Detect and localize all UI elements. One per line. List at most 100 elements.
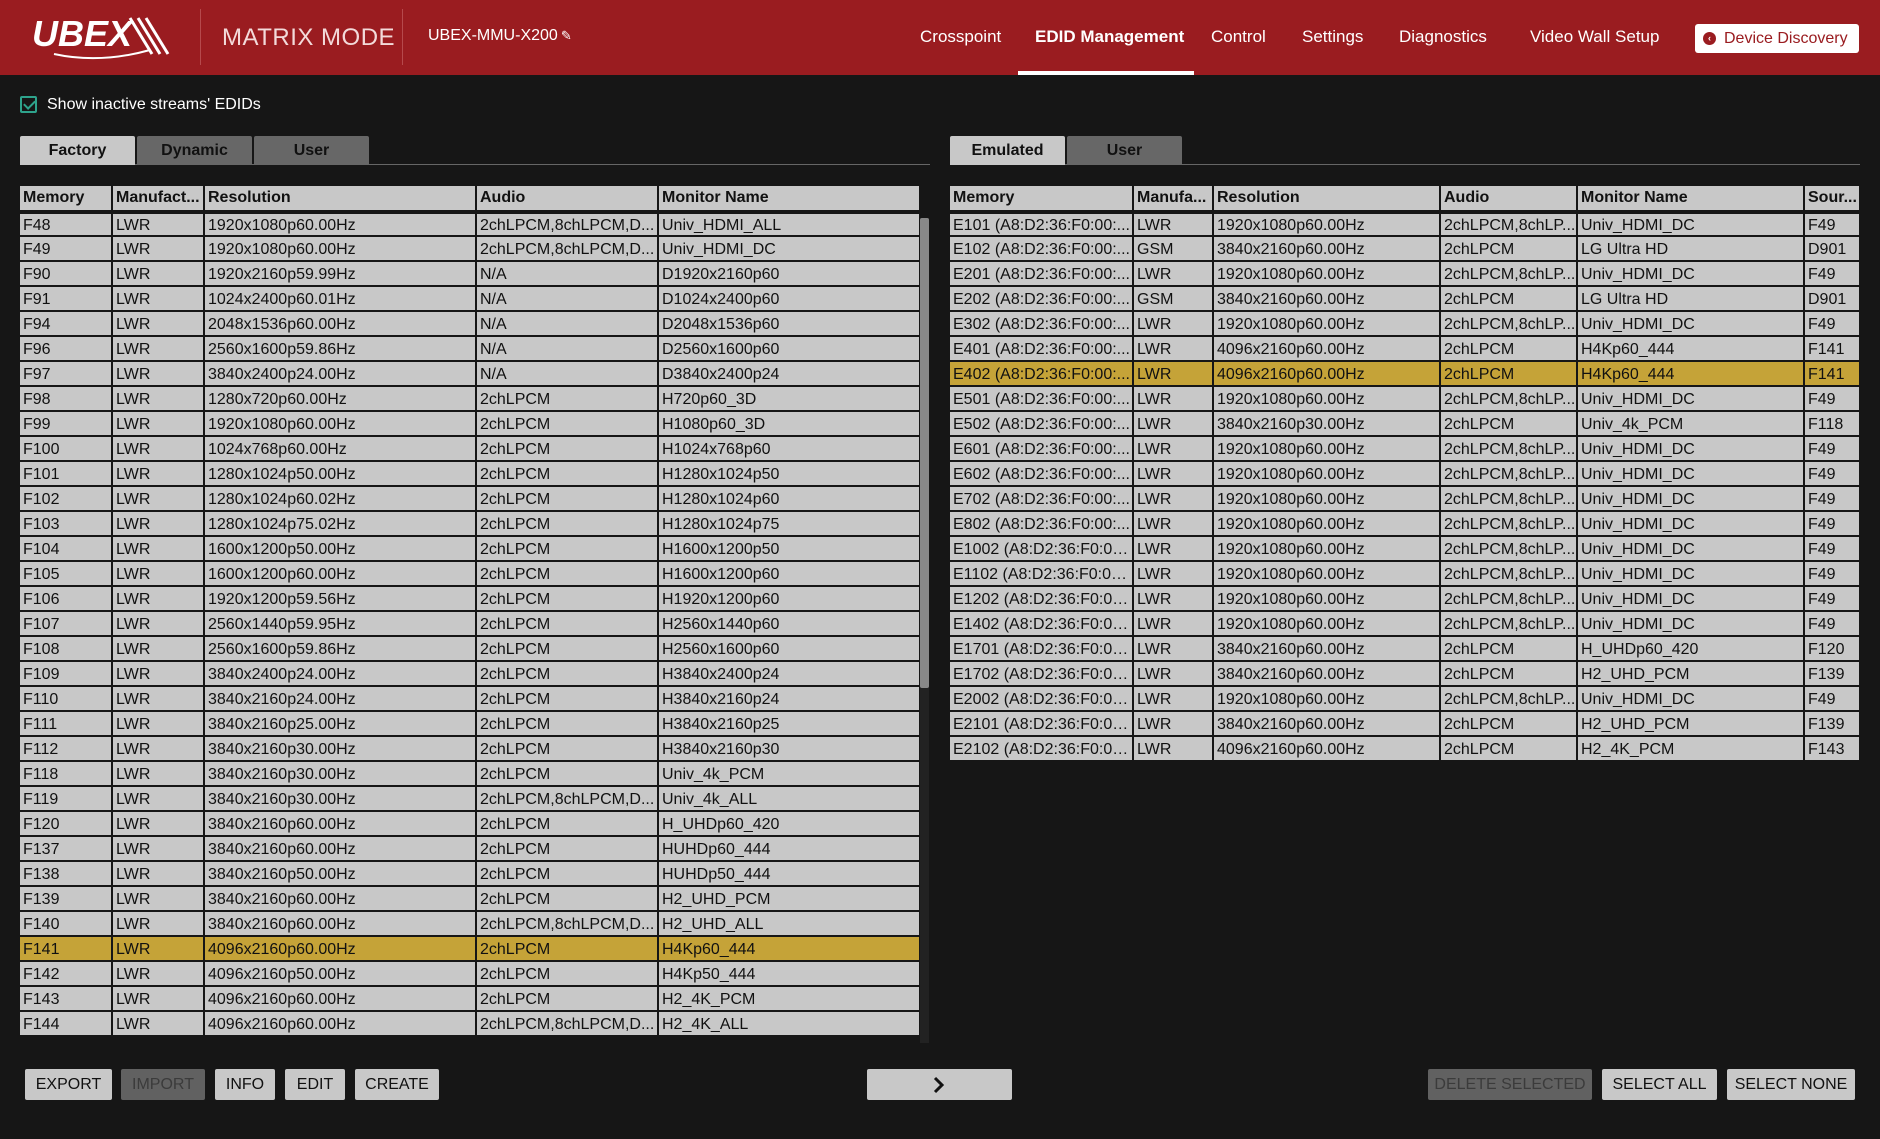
tab-user-emulated[interactable]: User xyxy=(1067,136,1182,165)
table-row[interactable]: F108 LWR 2560x1600p59.86Hz 2chLPCM H2560x160… xyxy=(20,637,921,662)
table-cell: N/A xyxy=(476,362,659,387)
column-header[interactable]: Audio xyxy=(1440,186,1578,214)
column-header[interactable]: Monitor Name xyxy=(658,186,921,214)
transfer-button[interactable] xyxy=(867,1069,1012,1100)
table-row[interactable]: F112 LWR 3840x2160p30.00Hz 2chLPCM H3840x216… xyxy=(20,737,921,762)
table-row[interactable]: E401 (A8:D2:36:F0:00:... LWR 4096x2160p60.… xyxy=(950,337,1861,362)
table-cell: H4Kp50_444 xyxy=(658,962,921,987)
select-all-button[interactable]: SELECT ALL xyxy=(1602,1069,1717,1100)
nav-settings[interactable]: Settings xyxy=(1302,27,1363,47)
table-row[interactable]: E702 (A8:D2:36:F0:00:... LWR 1920x1080p60.… xyxy=(950,487,1861,512)
table-row[interactable]: F139 LWR 3840x2160p60.00Hz 2chLPCM H2_UHD_PC… xyxy=(20,887,921,912)
column-header[interactable]: Memory xyxy=(20,186,113,214)
nav-video-wall-setup[interactable]: Video Wall Setup xyxy=(1530,27,1659,47)
left-scrollbar[interactable] xyxy=(920,218,929,1043)
nav-edid-management[interactable]: EDID Management xyxy=(1035,27,1184,47)
table-row[interactable]: E2101 (A8:D2:36:F0:00... LWR 3840x2160p60.… xyxy=(950,712,1861,737)
table-row[interactable]: F141 LWR 4096x2160p60.00Hz 2chLPCM H4Kp60_44… xyxy=(20,937,921,962)
table-row[interactable]: E102 (A8:D2:36:F0:00:... GSM 3840x2160p60.… xyxy=(950,237,1861,262)
table-row[interactable]: F109 LWR 3840x2400p24.00Hz 2chLPCM H3840x240… xyxy=(20,662,921,687)
nav-diagnostics[interactable]: Diagnostics xyxy=(1399,27,1487,47)
table-row[interactable]: E601 (A8:D2:36:F0:00:... LWR 1920x1080p60.… xyxy=(950,437,1861,462)
table-row[interactable]: E402 (A8:D2:36:F0:00:... LWR 4096x2160p60.… xyxy=(950,362,1861,387)
left-scrollbar-thumb[interactable] xyxy=(920,218,929,688)
show-inactive-checkbox[interactable] xyxy=(20,96,37,113)
table-cell: 1920x1080p60.00Hz xyxy=(204,237,477,262)
table-row[interactable]: F106 LWR 1920x1200p59.56Hz 2chLPCM H1920x120… xyxy=(20,587,921,612)
table-cell: F49 xyxy=(1804,387,1861,412)
nav-crosspoint[interactable]: Crosspoint xyxy=(920,27,1001,47)
table-row[interactable]: F137 LWR 3840x2160p60.00Hz 2chLPCM HUHDp60_4… xyxy=(20,837,921,862)
create-button[interactable]: CREATE xyxy=(355,1069,439,1100)
table-row[interactable]: F138 LWR 3840x2160p50.00Hz 2chLPCM HUHDp50_4… xyxy=(20,862,921,887)
table-row[interactable]: F98 LWR 1280x720p60.00Hz 2chLPCM H720p60_3D xyxy=(20,387,921,412)
table-row[interactable]: F144 LWR 4096x2160p60.00Hz 2chLPCM,8chLPCM,… xyxy=(20,1012,921,1037)
table-row[interactable]: E502 (A8:D2:36:F0:00:... LWR 3840x2160p30.… xyxy=(950,412,1861,437)
table-row[interactable]: E1002 (A8:D2:36:F0:00... LWR 1920x1080p60.… xyxy=(950,537,1861,562)
table-row[interactable]: E201 (A8:D2:36:F0:00:... LWR 1920x1080p60.… xyxy=(950,262,1861,287)
pencil-icon[interactable]: ✎ xyxy=(561,28,572,44)
tab-factory[interactable]: Factory xyxy=(20,136,135,165)
column-header[interactable]: Manufa... xyxy=(1133,186,1214,214)
table-row[interactable]: F99 LWR 1920x1080p60.00Hz 2chLPCM H1080p60_3… xyxy=(20,412,921,437)
table-row[interactable]: F110 LWR 3840x2160p24.00Hz 2chLPCM H3840x216… xyxy=(20,687,921,712)
table-row[interactable]: F143 LWR 4096x2160p60.00Hz 2chLPCM H2_4K_PCM xyxy=(20,987,921,1012)
table-row[interactable]: F120 LWR 3840x2160p60.00Hz 2chLPCM H_UHDp60_… xyxy=(20,812,921,837)
table-row[interactable]: E501 (A8:D2:36:F0:00:... LWR 1920x1080p60.… xyxy=(950,387,1861,412)
table-row[interactable]: F49 LWR 1920x1080p60.00Hz 2chLPCM,8chLPCM,D… xyxy=(20,237,921,262)
table-row[interactable]: F105 LWR 1600x1200p60.00Hz 2chLPCM H1600x120… xyxy=(20,562,921,587)
delete-selected-button[interactable]: DELETE SELECTED xyxy=(1428,1069,1592,1100)
select-none-button[interactable]: SELECT NONE xyxy=(1727,1069,1855,1100)
table-row[interactable]: E302 (A8:D2:36:F0:00:... LWR 1920x1080p60.… xyxy=(950,312,1861,337)
table-row[interactable]: E1702 (A8:D2:36:F0:00... LWR 3840x2160p60.… xyxy=(950,662,1861,687)
table-row[interactable]: F103 LWR 1280x1024p75.02Hz 2chLPCM H1280x102… xyxy=(20,512,921,537)
nav-control[interactable]: Control xyxy=(1211,27,1266,47)
table-row[interactable]: F104 LWR 1600x1200p50.00Hz 2chLPCM H1600x120… xyxy=(20,537,921,562)
column-header[interactable]: Sour... xyxy=(1804,186,1861,214)
table-cell: Univ_HDMI_DC xyxy=(1577,387,1805,412)
table-row[interactable]: E101 (A8:D2:36:F0:00:... LWR 1920x1080p60.… xyxy=(950,212,1861,237)
table-row[interactable]: F94 LWR 2048x1536p60.00Hz N/A D2048x1536p60 xyxy=(20,312,921,337)
info-button[interactable]: INFO xyxy=(215,1069,275,1100)
table-row[interactable]: F97 LWR 3840x2400p24.00Hz N/A D3840x2400p24 xyxy=(20,362,921,387)
table-row[interactable]: F90 LWR 1920x2160p59.99Hz N/A D1920x2160p60 xyxy=(20,262,921,287)
device-name[interactable]: UBEX-MMU-X200 ✎ xyxy=(428,27,572,45)
column-header[interactable]: Audio xyxy=(476,186,659,214)
table-row[interactable]: E1202 (A8:D2:36:F0:00... LWR 1920x1080p60.… xyxy=(950,587,1861,612)
table-row[interactable]: F140 LWR 3840x2160p60.00Hz 2chLPCM,8chLPCM,… xyxy=(20,912,921,937)
table-cell: E1102 (A8:D2:36:F0:00... xyxy=(950,562,1134,587)
table-row[interactable]: E602 (A8:D2:36:F0:00:... LWR 1920x1080p60.… xyxy=(950,462,1861,487)
table-cell: 2chLPCM,8chLP... xyxy=(1440,387,1578,412)
import-button[interactable]: IMPORT xyxy=(121,1069,205,1100)
table-row[interactable]: E2102 (A8:D2:36:F0:00... LWR 4096x2160p60.… xyxy=(950,737,1861,762)
tab-user[interactable]: User xyxy=(254,136,369,165)
table-row[interactable]: F111 LWR 3840x2160p25.00Hz 2chLPCM H3840x216… xyxy=(20,712,921,737)
table-row[interactable]: E1102 (A8:D2:36:F0:00... LWR 1920x1080p60.… xyxy=(950,562,1861,587)
edit-button[interactable]: EDIT xyxy=(285,1069,345,1100)
table-row[interactable]: F142 LWR 4096x2160p50.00Hz 2chLPCM H4Kp50_44… xyxy=(20,962,921,987)
table-row[interactable]: F48 LWR 1920x1080p60.00Hz 2chLPCM,8chLPCM,D… xyxy=(20,212,921,237)
column-header[interactable]: Resolution xyxy=(204,186,477,214)
table-row[interactable]: E2002 (A8:D2:36:F0:00... LWR 1920x1080p60.… xyxy=(950,687,1861,712)
table-row[interactable]: F119 LWR 3840x2160p30.00Hz 2chLPCM,8chLPCM,… xyxy=(20,787,921,812)
table-row[interactable]: E802 (A8:D2:36:F0:00:... LWR 1920x1080p60.… xyxy=(950,512,1861,537)
table-row[interactable]: F100 LWR 1024x768p60.00Hz 2chLPCM H1024x768p… xyxy=(20,437,921,462)
export-button[interactable]: EXPORT xyxy=(25,1069,112,1100)
table-cell: 2chLPCM xyxy=(476,562,659,587)
column-header[interactable]: Resolution xyxy=(1213,186,1441,214)
table-row[interactable]: F101 LWR 1280x1024p50.00Hz 2chLPCM H1280x102… xyxy=(20,462,921,487)
table-row[interactable]: E202 (A8:D2:36:F0:00:... GSM 3840x2160p60.… xyxy=(950,287,1861,312)
column-header[interactable]: Monitor Name xyxy=(1577,186,1805,214)
tab-dynamic[interactable]: Dynamic xyxy=(137,136,252,165)
table-row[interactable]: F102 LWR 1280x1024p60.02Hz 2chLPCM H1280x102… xyxy=(20,487,921,512)
table-row[interactable]: F96 LWR 2560x1600p59.86Hz N/A D2560x1600p60 xyxy=(20,337,921,362)
column-header[interactable]: Manufact... xyxy=(112,186,205,214)
tab-emulated[interactable]: Emulated xyxy=(950,136,1065,165)
table-row[interactable]: F107 LWR 2560x1440p59.95Hz 2chLPCM H2560x144… xyxy=(20,612,921,637)
table-row[interactable]: F118 LWR 3840x2160p30.00Hz 2chLPCM Univ_4k_P… xyxy=(20,762,921,787)
table-row[interactable]: F91 LWR 1024x2400p60.01Hz N/A D1024x2400p60 xyxy=(20,287,921,312)
table-row[interactable]: E1701 (A8:D2:36:F0:00... LWR 3840x2160p60.… xyxy=(950,637,1861,662)
column-header[interactable]: Memory xyxy=(950,186,1134,214)
device-discovery-button[interactable]: ‹ Device Discovery xyxy=(1695,24,1859,53)
table-row[interactable]: E1402 (A8:D2:36:F0:00... LWR 1920x1080p60.… xyxy=(950,612,1861,637)
